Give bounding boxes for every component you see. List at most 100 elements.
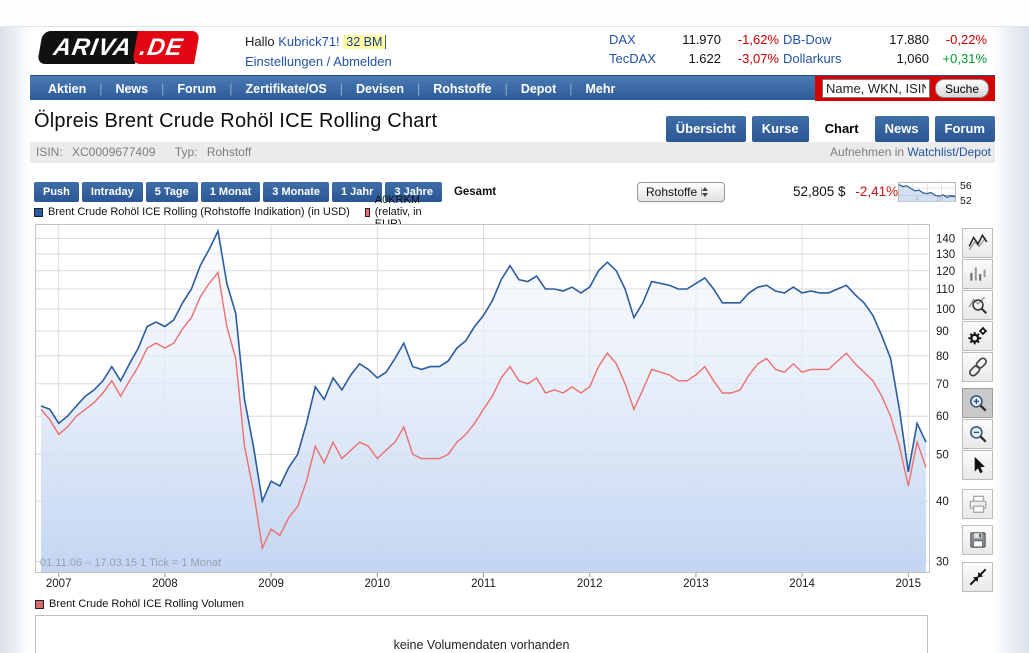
svg-text:80: 80 — [936, 351, 949, 363]
zoom-out-icon — [967, 423, 989, 445]
bar-chart-icon — [967, 263, 989, 285]
nav-item-aktien[interactable]: Aktien — [48, 82, 115, 96]
collapse-button[interactable] — [962, 562, 993, 592]
zoom-in-button[interactable] — [962, 388, 993, 418]
isin-bar: ISIN: XC0009677409 Typ: Rohstoff Aufnehm… — [30, 142, 995, 163]
range-3-monate[interactable]: 3 Monate — [263, 182, 329, 202]
search-button[interactable]: Suche — [935, 79, 989, 98]
svg-text:2014: 2014 — [789, 578, 815, 590]
series-swatch-eur — [365, 208, 370, 217]
nav-item-depot[interactable]: Depot — [521, 82, 586, 96]
cursor-icon — [967, 454, 989, 476]
tab-news[interactable]: News — [875, 116, 929, 142]
search-input[interactable] — [822, 79, 930, 98]
chart-type-bars-button[interactable] — [962, 259, 993, 289]
volume-message: keine Volumendaten vorhanden — [36, 638, 927, 652]
greeting: Hallo Kubrick71! 32 BM EinstellungenAbme… — [245, 32, 392, 71]
price-change: -2,41% — [855, 184, 898, 199]
watchlist-prefix: Aufnehmen in — [830, 145, 904, 159]
dropdown-value: Rohstoffe I — [638, 185, 702, 199]
ticker-label-dax[interactable]: DAX — [609, 32, 661, 51]
cursor-button[interactable] — [962, 450, 993, 480]
chart-analysis-button[interactable] — [962, 290, 993, 320]
volume-swatch — [35, 600, 44, 609]
print-button[interactable] — [962, 489, 993, 519]
message-count-badge[interactable]: 32 BM — [343, 35, 386, 49]
username-link[interactable]: Kubrick71! — [278, 34, 339, 49]
logo-text-black: ARIVA — [37, 31, 141, 64]
typ-label: Typ: — [175, 145, 198, 159]
instrument-tabs: Übersicht Kurse Chart News Forum — [666, 116, 995, 142]
svg-text:50: 50 — [936, 449, 949, 461]
logout-link[interactable]: Abmelden — [333, 54, 392, 69]
volume-legend: Brent Crude Rohöl ICE Rolling Volumen — [35, 598, 244, 610]
ticker-value-dollarkurs: 1,060 — [869, 51, 929, 70]
save-button[interactable] — [962, 525, 993, 555]
svg-text:130: 130 — [936, 249, 955, 261]
range-intraday[interactable]: Intraday — [82, 182, 143, 202]
tab-forum[interactable]: Forum — [935, 116, 995, 142]
series-label-usd: Brent Crude Rohöl ICE Rolling (Rohstoffe… — [48, 206, 350, 218]
tab-kurse[interactable]: Kurse — [752, 116, 809, 142]
svg-text:52: 52 — [960, 195, 972, 205]
ticker-value-tecdax: 1.622 — [665, 51, 721, 70]
chart-settings-button[interactable] — [962, 321, 993, 351]
svg-text:40: 40 — [936, 496, 949, 508]
search-bar: Suche — [815, 76, 995, 101]
ticker-label-dbdow[interactable]: DB-Dow — [783, 32, 865, 51]
link-separator — [323, 54, 333, 69]
ariva-logo[interactable]: ARIVA .DE — [40, 31, 197, 64]
nav-item-rohstoffe[interactable]: Rohstoffe — [433, 82, 521, 96]
mini-sparkline-chart[interactable]: 3185652 — [898, 181, 978, 205]
draw-tool-button[interactable] — [962, 352, 993, 382]
last-price: 52,805 $ — [793, 184, 846, 199]
svg-text:90: 90 — [936, 326, 949, 338]
nav-item-forum[interactable]: Forum — [177, 82, 245, 96]
ticker-label-dollarkurs[interactable]: Dollarkurs — [783, 51, 865, 70]
svg-text:2007: 2007 — [46, 578, 72, 590]
range-push[interactable]: Push — [34, 182, 79, 202]
nav-item-mehr[interactable]: Mehr — [585, 82, 615, 96]
price-chart[interactable]: 01.11.06 – 17.03.15 1 Tick = 1 Monat2007… — [35, 224, 960, 590]
series-swatch-usd — [34, 208, 43, 217]
svg-text:56: 56 — [960, 181, 972, 192]
svg-text:2010: 2010 — [365, 578, 391, 590]
tab-uebersicht[interactable]: Übersicht — [666, 116, 746, 142]
logo-text-red: .DE — [132, 31, 200, 64]
zoom-in-icon — [967, 392, 989, 414]
watchlist-link[interactable]: Watchlist/Depot — [907, 145, 991, 159]
rohstoffe-dropdown[interactable]: Rohstoffe I — [637, 182, 725, 202]
index-tickers: DAX 11.970 -1,62% DB-Dow 17.880 -0,22% T… — [609, 32, 987, 70]
nav-item-zertifikate[interactable]: Zertifikate/OS — [246, 82, 357, 96]
nav-item-news[interactable]: News — [115, 82, 177, 96]
nav-item-devisen[interactable]: Devisen — [356, 82, 433, 96]
chart-legend: Brent Crude Rohöl ICE Rolling (Rohstoffe… — [34, 206, 350, 218]
svg-text:2013: 2013 — [683, 578, 709, 590]
svg-text:70: 70 — [936, 379, 949, 391]
svg-text:120: 120 — [936, 266, 955, 278]
svg-text:140: 140 — [936, 234, 955, 246]
printer-icon — [967, 493, 989, 515]
settings-link[interactable]: Einstellungen — [245, 54, 323, 69]
isin-value: XC0009677409 — [72, 145, 155, 159]
ticker-value-dbdow: 17.880 — [869, 32, 929, 51]
ticker-label-tecdax[interactable]: TecDAX — [609, 51, 661, 70]
svg-text:30: 30 — [936, 557, 949, 569]
svg-text:2015: 2015 — [896, 578, 922, 590]
tab-chart[interactable]: Chart — [815, 116, 869, 142]
gear-icon — [967, 325, 989, 347]
range-5-tage[interactable]: 5 Tage — [146, 182, 198, 202]
chart-type-line-button[interactable] — [962, 228, 993, 258]
main-nav: Aktien News Forum Zertifikate/OS Devisen… — [30, 75, 995, 100]
range-1-monat[interactable]: 1 Monat — [201, 182, 261, 202]
ticker-change-tecdax: -3,07% — [725, 51, 779, 70]
svg-text:18: 18 — [935, 194, 943, 203]
range-gesamt[interactable]: Gesamt — [445, 182, 505, 202]
collapse-icon — [967, 566, 989, 588]
svg-text:2012: 2012 — [577, 578, 603, 590]
line-chart-icon — [967, 232, 989, 254]
pencil-icon — [967, 356, 989, 378]
page-title: Ölpreis Brent Crude Rohöl ICE Rolling Ch… — [34, 110, 437, 133]
zoom-out-button[interactable] — [962, 419, 993, 449]
content: ARIVA .DE Hallo Kubrick71! 32 BM Einstel… — [30, 0, 995, 653]
